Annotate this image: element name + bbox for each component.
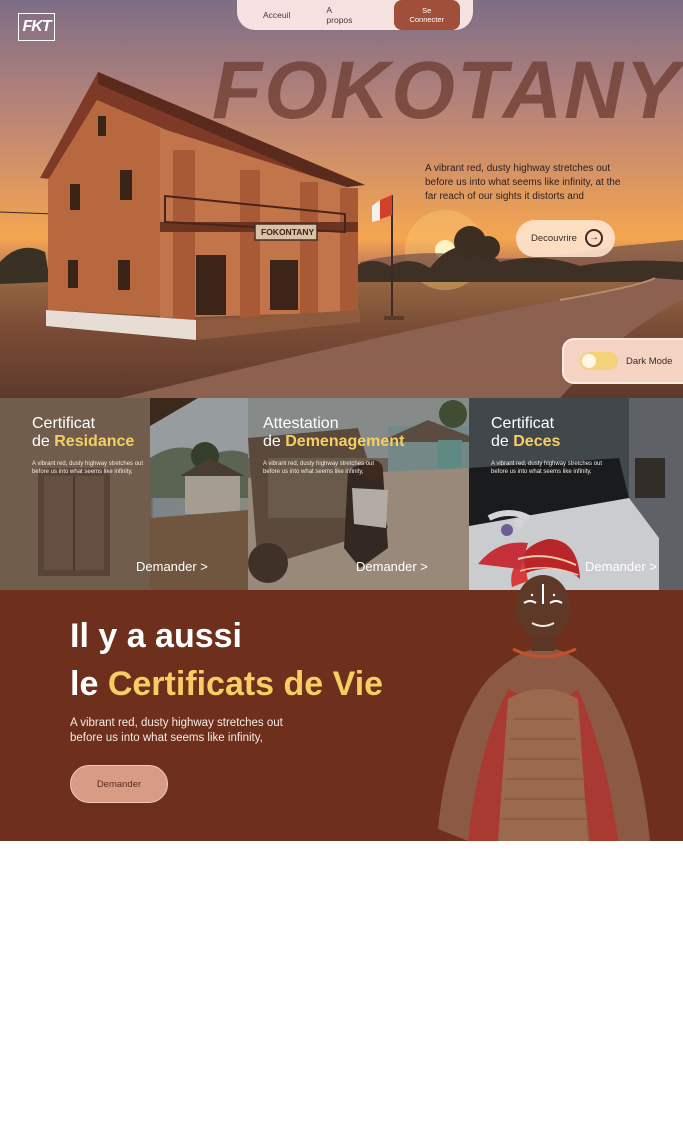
card-demenagement-description: A vibrant red, dusty highway stretches o… (263, 461, 375, 475)
nav-link-a-propos[interactable]: A propos (326, 5, 357, 25)
vie-description: A vibrant red, dusty highway stretches o… (70, 717, 283, 744)
fkt-logo[interactable]: FKT (18, 13, 55, 41)
card-residance-title-prefix: de (32, 433, 55, 450)
woman-portrait (438, 539, 650, 841)
card-deces-title-prefix: de (491, 433, 514, 450)
vie-title-prefix: le (70, 665, 108, 703)
dark-mode-toggle[interactable]: Dark Mode (562, 338, 683, 384)
top-navbar: Acceuil A propos Se Connecter (237, 0, 473, 30)
nav-link-accueil[interactable]: Acceuil (263, 10, 290, 20)
discover-button[interactable]: Decouvrire → (516, 220, 615, 257)
login-button[interactable]: Se Connecter (393, 0, 460, 30)
card-residance-description: A vibrant red, dusty highway stretches o… (32, 461, 144, 475)
house-sign-text: FOKONTANY (261, 227, 315, 237)
card-residance-title: Certificat de Residance (32, 415, 134, 451)
hero-description: A vibrant red, dusty highway stretches o… (425, 163, 621, 202)
card-residance-title-highlight: Residance (54, 433, 135, 450)
card-residance-link[interactable]: Demander > (136, 559, 208, 574)
card-deces-description: A vibrant red, dusty highway stretches o… (491, 461, 603, 475)
switch-knob (582, 354, 596, 368)
card-deces-title-line1: Certificat (491, 415, 555, 432)
arrow-right-circle-icon: → (585, 229, 603, 247)
card-demenagement-link[interactable]: Demander > (356, 559, 428, 574)
card-residance[interactable]: Certificat de Residance A vibrant red, d… (0, 398, 248, 590)
hero-title: FOKOTANY (212, 45, 683, 136)
card-demenagement-title-highlight: Demenagement (285, 433, 405, 450)
vie-title-line1: Il y a aussi (70, 617, 242, 655)
card-residance-title-line1: Certificat (32, 415, 96, 432)
card-demenagement-title: Attestation de Demenagement (263, 415, 404, 451)
hero-section: FKT Acceuil A propos Se Connecter FOKOTA… (0, 0, 683, 398)
card-demenagement-title-prefix: de (263, 433, 286, 450)
card-deces-title-highlight: Deces (513, 433, 561, 450)
vie-demander-button[interactable]: Demander (70, 765, 168, 803)
vie-title-highlight: Certificats de Vie (107, 665, 384, 703)
discover-button-label: Decouvrire (531, 233, 577, 244)
card-demenagement-title-line1: Attestation (263, 415, 339, 432)
vie-title: Il y a aussi le Certificats de Vie (70, 612, 383, 708)
dark-mode-switch[interactable] (580, 352, 618, 370)
card-deces-title: Certificat de Deces (491, 415, 560, 451)
dark-mode-label: Dark Mode (626, 355, 673, 367)
